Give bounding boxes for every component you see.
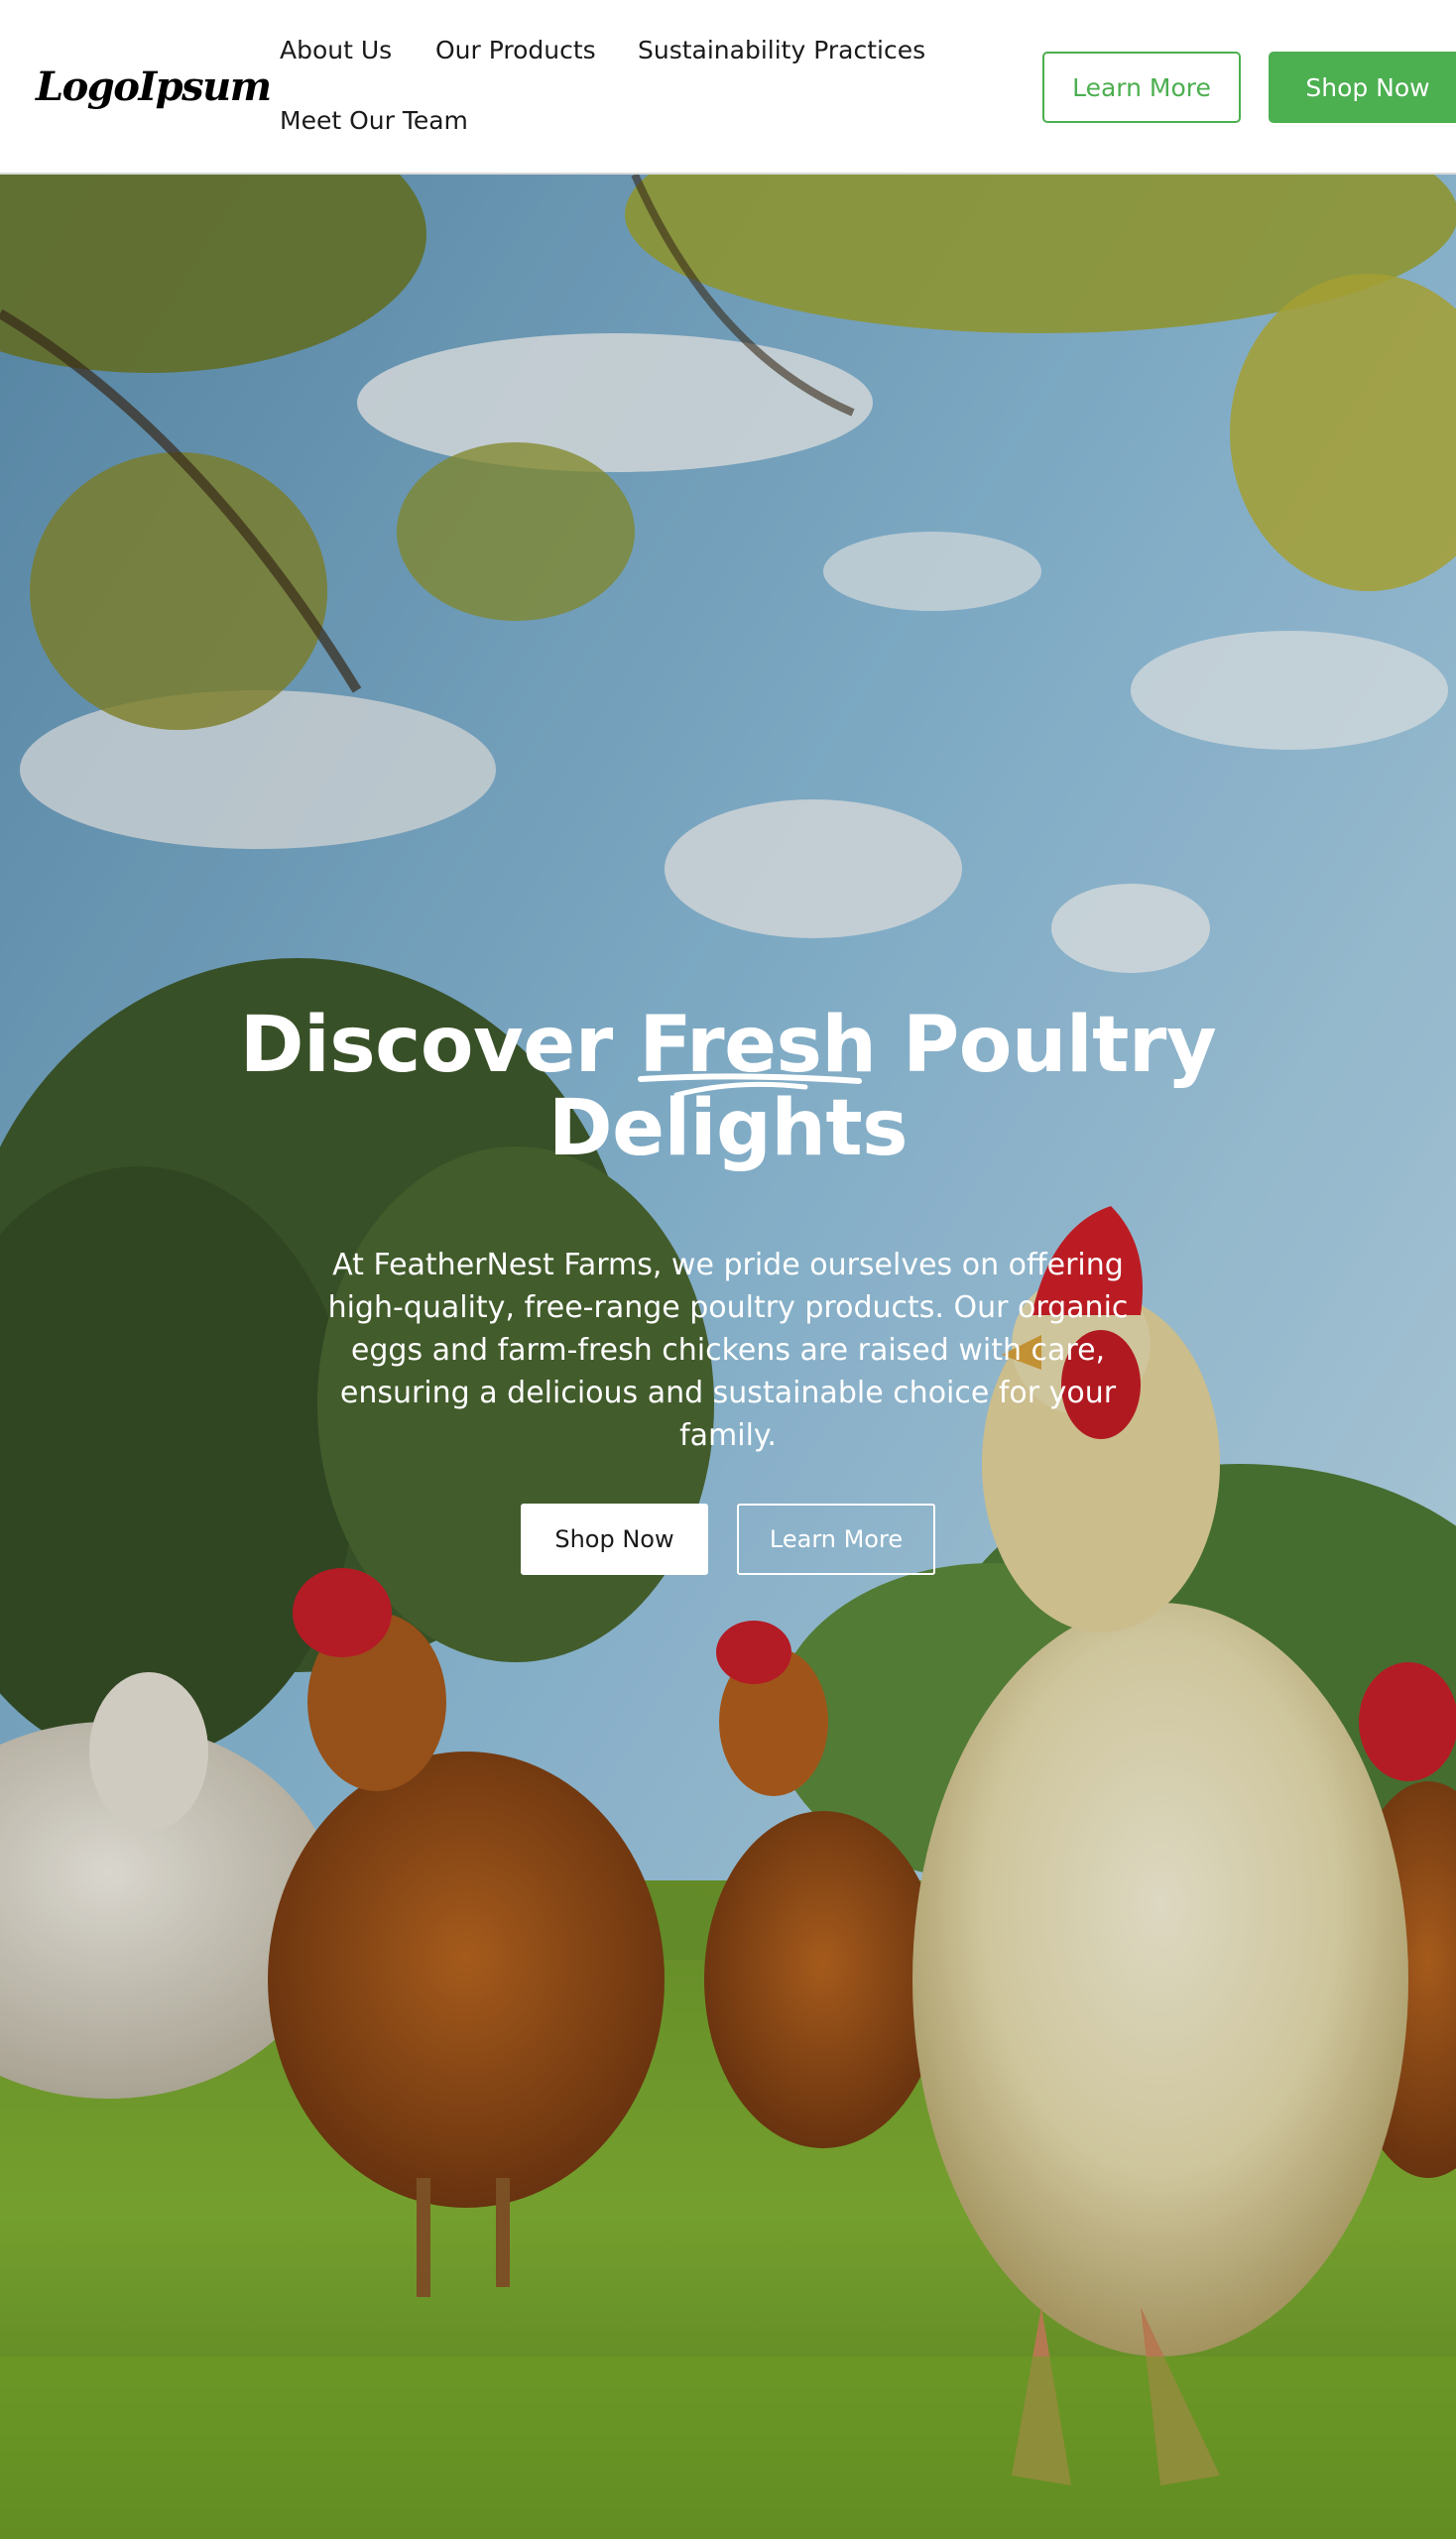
nav-link-our-products[interactable]: Our Products — [435, 31, 596, 70]
header-shop-now-button[interactable]: Shop Now — [1269, 52, 1456, 123]
logo[interactable]: LogoIpsum — [36, 58, 272, 117]
site-header: LogoIpsum About Us Our Products Sustaina… — [0, 0, 1456, 175]
highlight-underline-scribble — [638, 1073, 862, 1098]
hero-title-prefix: Discover — [239, 1001, 640, 1090]
nav-link-meet-our-team[interactable]: Meet Our Team — [280, 101, 468, 141]
hero-learn-more-button[interactable]: Learn More — [737, 1504, 935, 1575]
hero-description: At FeatherNest Farms, we pride ourselves… — [327, 1248, 1129, 1453]
hero-shop-now-button[interactable]: Shop Now — [521, 1504, 708, 1575]
nav-link-sustainability-practices[interactable]: Sustainability Practices — [638, 31, 925, 70]
header-learn-more-button[interactable]: Learn More — [1042, 52, 1241, 123]
nav-link-about-us[interactable]: About Us — [280, 31, 392, 70]
